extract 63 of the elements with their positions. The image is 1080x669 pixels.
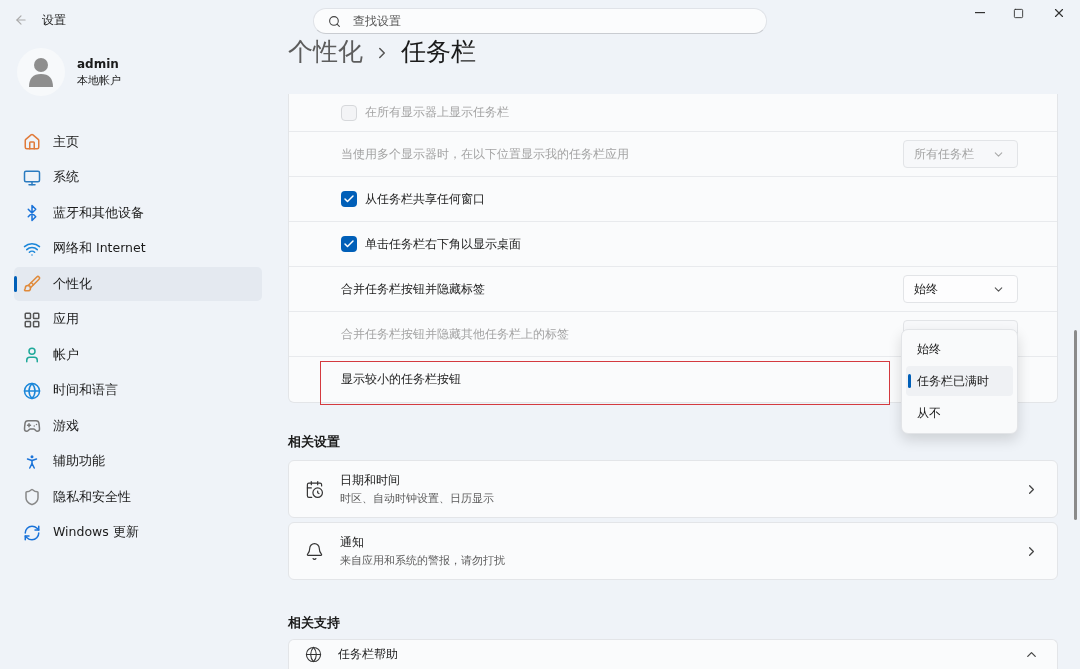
scrollbar-thumb[interactable]: [1074, 330, 1077, 520]
apps-grid-icon: [23, 310, 41, 329]
nav-item[interactable]: Windows 更新: [14, 515, 262, 550]
calendar-clock-icon: [305, 479, 324, 499]
update-icon: [23, 523, 41, 542]
nav-item[interactable]: 主页: [14, 125, 262, 159]
minimize-icon: [975, 12, 985, 14]
account-name: admin: [77, 56, 120, 71]
link-title: 通知: [340, 534, 365, 552]
selection-indicator: [908, 374, 911, 389]
menu-option[interactable]: 始终: [906, 334, 1013, 365]
setting-label: 单击任务栏右下角以显示桌面: [365, 235, 521, 253]
nav-item[interactable]: 个性化: [14, 267, 262, 301]
breadcrumb-item[interactable]: 个性化: [288, 36, 363, 68]
nav-item[interactable]: 帐户: [14, 338, 262, 372]
link-subtitle: 来自应用和系统的警报，请勿打扰: [340, 554, 506, 569]
gamepad-icon: [23, 417, 41, 435]
help-card[interactable]: 任务栏帮助: [288, 639, 1058, 669]
menu-option[interactable]: 从不: [906, 398, 1013, 429]
account-type: 本地帐户: [77, 72, 121, 88]
shield-icon: [23, 488, 41, 506]
maximize-icon: [1013, 7, 1024, 19]
setting-label: 从任务栏共享任何窗口: [365, 190, 485, 208]
link-title: 任务栏帮助: [338, 646, 399, 664]
nav-item[interactable]: 隐私和安全性: [14, 480, 262, 514]
setting-label: 合并任务栏按钮并隐藏其他任务栏上的标签: [341, 325, 569, 343]
search-bar[interactable]: 查找设置: [313, 8, 767, 34]
bell-icon: [305, 541, 324, 561]
monitor-icon: [23, 168, 41, 187]
setting-label: 当使用多个显示器时，在以下位置显示我的任务栏应用: [341, 145, 629, 163]
globe-icon: [305, 646, 322, 664]
section-heading: 相关设置: [288, 433, 341, 452]
window-title: 设置: [42, 11, 66, 29]
setting-label: 在所有显示器上显示任务栏: [365, 104, 509, 122]
brush-icon: [23, 275, 41, 293]
menu-option[interactable]: 任务栏已满时: [906, 366, 1013, 397]
dropdown[interactable]: 始终: [903, 275, 1018, 304]
nav-item[interactable]: 游戏: [14, 409, 262, 443]
search-icon: [328, 14, 341, 28]
link-subtitle: 时区、自动时钟设置、日历显示: [340, 492, 495, 507]
nav-item[interactable]: 网络和 Internet: [14, 231, 262, 266]
person-silhouette-icon: [28, 57, 54, 87]
settings-link-card[interactable]: 通知 来自应用和系统的警报，请勿打扰: [288, 522, 1058, 581]
nav-item[interactable]: 系统: [14, 160, 262, 195]
selection-indicator: [14, 276, 17, 292]
setting-label: 合并任务栏按钮并隐藏标签: [341, 280, 485, 298]
home-icon: [23, 133, 41, 151]
link-title: 日期和时间: [340, 472, 401, 490]
nav-item[interactable]: 应用: [14, 302, 262, 337]
close-button[interactable]: [1052, 6, 1066, 20]
nav-item[interactable]: 辅助功能: [14, 444, 262, 479]
close-icon: [1052, 6, 1066, 20]
nav-item[interactable]: 时间和语言: [14, 373, 262, 408]
section-heading: 相关支持: [288, 614, 341, 633]
checkbox[interactable]: [341, 236, 357, 253]
maximize-button[interactable]: [1013, 6, 1024, 20]
breadcrumb-item: 任务栏: [401, 36, 476, 68]
checkbox[interactable]: [341, 191, 357, 208]
settings-link-card[interactable]: 日期和时间 时区、自动时钟设置、日历显示: [288, 460, 1058, 519]
setting-label: 显示较小的任务栏按钮: [341, 371, 461, 389]
search-field[interactable]: 查找设置: [351, 13, 766, 29]
nav-item[interactable]: 蓝牙和其他设备: [14, 196, 262, 230]
person-icon: [23, 346, 41, 364]
